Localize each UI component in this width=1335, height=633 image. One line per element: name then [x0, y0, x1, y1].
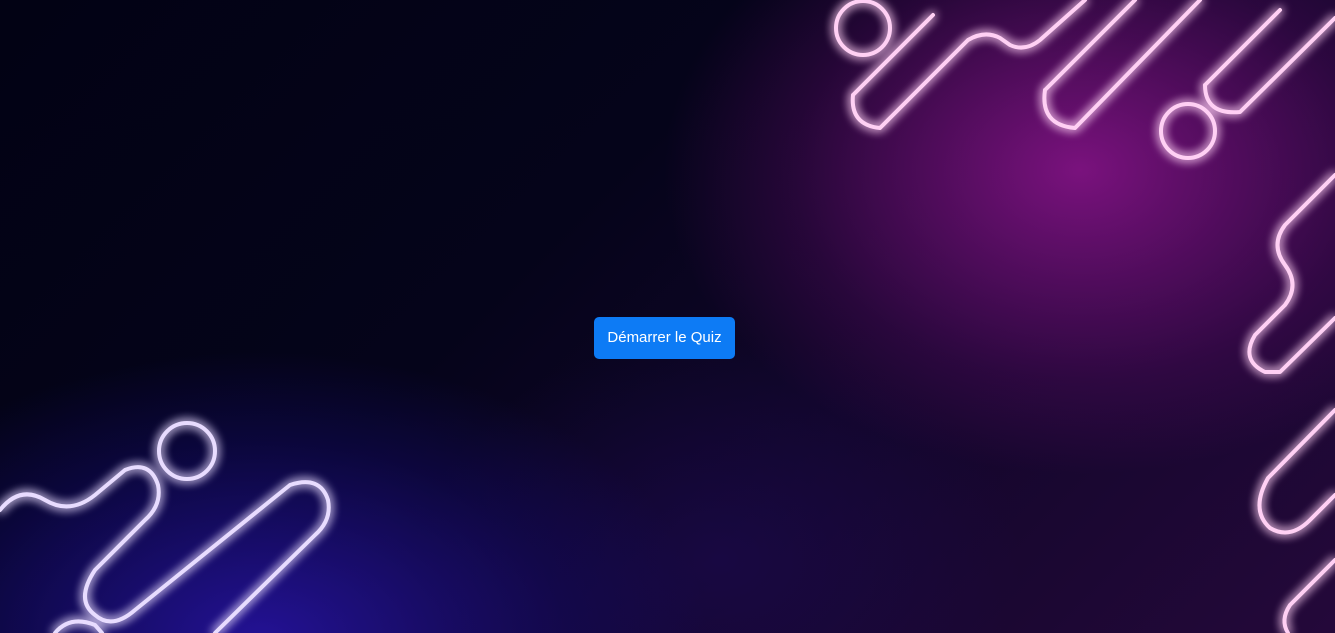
neon-shapes-bottom-left — [0, 421, 331, 633]
quiz-start-screen: Démarrer le Quiz — [0, 0, 1335, 633]
neon-capsule — [1247, 173, 1335, 374]
start-quiz-button[interactable]: Démarrer le Quiz — [594, 317, 735, 359]
neon-capsule — [1282, 558, 1335, 633]
neon-capsule — [0, 465, 331, 633]
neon-capsule — [1257, 408, 1335, 535]
neon-capsule — [1042, 0, 1202, 130]
neon-shapes-top-right — [834, 0, 1335, 633]
neon-ring — [834, 0, 892, 57]
neon-capsule — [53, 619, 104, 633]
neon-ring — [1159, 102, 1217, 160]
neon-ring — [157, 421, 217, 481]
neon-capsule — [1203, 8, 1335, 115]
